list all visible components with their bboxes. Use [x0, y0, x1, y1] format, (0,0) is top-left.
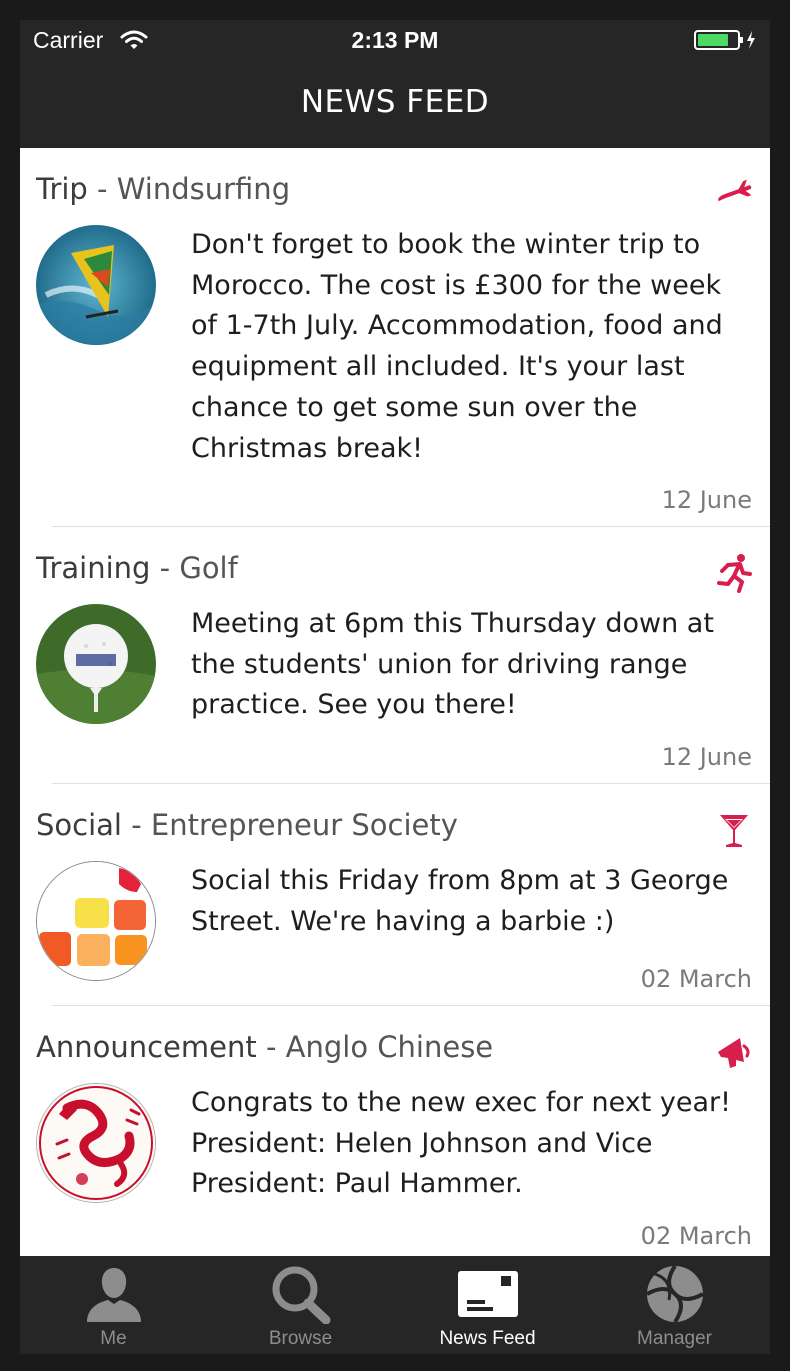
post-date: 12 June	[661, 486, 752, 514]
post-group: Golf	[179, 551, 238, 585]
anglo-chinese-logo	[36, 1083, 156, 1203]
post-separator: -	[256, 1030, 286, 1064]
post-separator: -	[150, 551, 180, 585]
post-group: Entrepreneur Society	[150, 808, 458, 842]
post-type: Training	[36, 551, 151, 585]
post-date: 02 March	[640, 1222, 752, 1250]
cocktail-glass-icon	[714, 810, 754, 850]
running-person-icon	[714, 553, 754, 593]
newsfeed-icon	[457, 1270, 519, 1322]
post-header: Trip - Windsurfing	[36, 172, 290, 206]
post-body: Social this Friday from 8pm at 3 George …	[191, 865, 729, 937]
post-body: Don't forget to book the winter trip to …	[191, 229, 723, 464]
post-type: Announcement	[36, 1030, 257, 1064]
tab-label: News Feed	[439, 1328, 536, 1349]
entrepreneur-society-avatar	[36, 861, 156, 981]
tab-label: Manager	[637, 1328, 712, 1349]
post-group: Anglo Chinese	[285, 1030, 494, 1064]
post-date: 02 March	[640, 965, 752, 993]
battery-icon	[694, 30, 758, 54]
feed-post[interactable]: Trip - Windsurfing Don't forget to book …	[20, 148, 770, 527]
person-icon	[85, 1264, 143, 1328]
search-icon	[270, 1264, 332, 1328]
page-title: NEWS FEED	[300, 84, 490, 120]
tab-manager[interactable]: Manager	[581, 1256, 768, 1354]
status-bar: Carrier 2:13 PM	[20, 20, 770, 60]
post-header: Announcement - Anglo Chinese	[36, 1030, 493, 1064]
post-date: 12 June	[661, 743, 752, 771]
tab-bar: Me Browse News Feed Manager	[20, 1256, 770, 1354]
tab-label: Me	[100, 1328, 127, 1349]
post-separator: -	[121, 808, 151, 842]
tab-label: Browse	[268, 1328, 333, 1349]
feed-post[interactable]: Announcement - Anglo Chinese Congrats to…	[20, 1006, 770, 1256]
news-feed-list[interactable]: Trip - Windsurfing Don't forget to book …	[20, 148, 770, 1256]
windsurfing-avatar	[36, 225, 156, 345]
feed-post[interactable]: Training - Golf Meeting at 6pm this Thur…	[20, 527, 770, 784]
post-type: Social	[36, 808, 122, 842]
post-separator: -	[87, 172, 117, 206]
tab-news-feed[interactable]: News Feed	[394, 1256, 581, 1354]
status-time: 2:13 PM	[351, 27, 439, 53]
post-group: Windsurfing	[116, 172, 291, 206]
post-body: Meeting at 6pm this Thursday down at the…	[191, 608, 714, 721]
tab-browse[interactable]: Browse	[207, 1256, 394, 1354]
airplane-icon	[714, 174, 754, 214]
feed-post[interactable]: Social - Entrepreneur Society Social thi…	[20, 784, 770, 1006]
navigation-bar: NEWS FEED	[20, 60, 770, 148]
post-body: Congrats to the new exec for next year! …	[191, 1087, 731, 1200]
golf-avatar	[36, 604, 156, 724]
ball-icon	[645, 1264, 705, 1328]
post-header: Social - Entrepreneur Society	[36, 808, 458, 842]
post-type: Trip	[36, 172, 88, 206]
post-header: Training - Golf	[36, 551, 238, 585]
tab-me[interactable]: Me	[20, 1256, 207, 1354]
phone-screen: Carrier 2:13 PM NEWS FEED Trip - Windsur…	[20, 20, 770, 1354]
megaphone-icon	[714, 1032, 754, 1072]
